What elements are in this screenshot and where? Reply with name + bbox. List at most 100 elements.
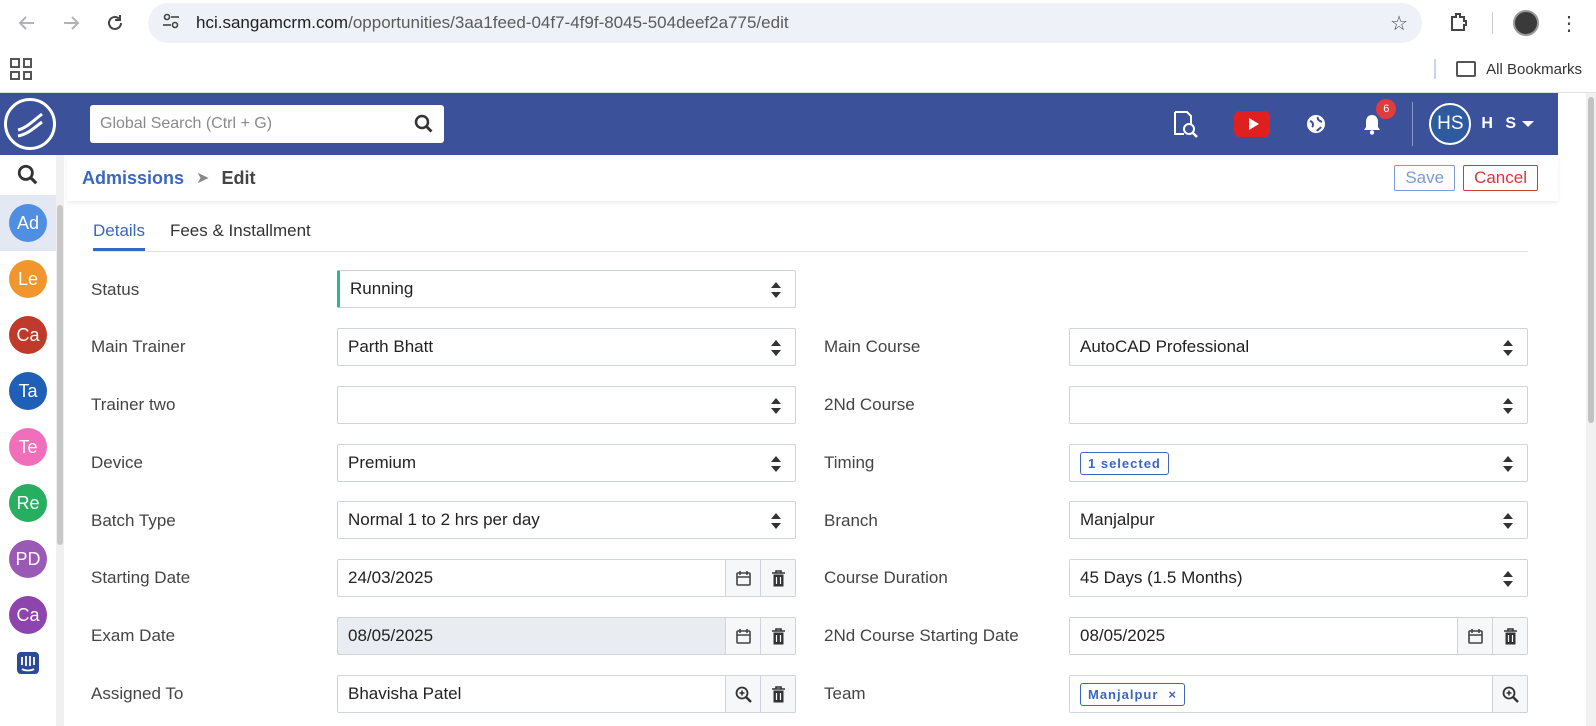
second-course-start-value: 08/05/2025	[1080, 626, 1166, 645]
globe-icon[interactable]	[1306, 114, 1326, 134]
notifications-bell-icon[interactable]: 6	[1362, 99, 1397, 135]
status-value: Running	[350, 279, 414, 298]
browser-toolbar: hci.sangamcrm.com/opportunities/3aa1feed…	[0, 0, 1596, 46]
global-search[interactable]	[90, 105, 444, 143]
device-value: Premium	[348, 453, 417, 472]
sidebar-item-leads[interactable]: Le	[0, 251, 56, 307]
sidebar-item-pd[interactable]: PD	[0, 531, 56, 587]
profile-avatar[interactable]	[1513, 10, 1539, 36]
course-duration-select[interactable]: 45 Days (1.5 Months)	[1069, 559, 1528, 597]
sidebar-item-ca-1[interactable]: Ca	[0, 307, 56, 363]
assigned-to-value: Bhavisha Patel	[348, 684, 462, 703]
folder-icon	[1456, 61, 1477, 77]
app-logo[interactable]	[4, 98, 56, 150]
cancel-button[interactable]: Cancel	[1463, 165, 1538, 191]
youtube-icon[interactable]	[1234, 111, 1271, 137]
trash-icon	[771, 627, 785, 644]
bookmarks-divider	[1434, 59, 1437, 79]
reload-button[interactable]	[98, 6, 132, 40]
forward-button[interactable]	[54, 6, 88, 40]
sidebar-item-ta[interactable]: Ta	[0, 363, 56, 419]
calendar-button[interactable]	[725, 618, 760, 654]
second-course-label: 2Nd Course	[824, 395, 915, 414]
starting-date-field[interactable]: 24/03/2025	[337, 559, 796, 597]
main-trainer-select[interactable]: Parth Bhatt	[337, 328, 796, 366]
device-select[interactable]: Premium	[337, 444, 796, 482]
team-chip-label: Manjalpur	[1088, 686, 1159, 702]
global-search-input[interactable]	[100, 115, 414, 133]
all-bookmarks-label: All Bookmarks	[1486, 60, 1582, 78]
select-caret-icon	[771, 456, 781, 472]
timing-multiselect[interactable]: 1 selected	[1069, 444, 1528, 482]
breadcrumb-current: Edit	[221, 167, 256, 188]
trash-icon	[1503, 627, 1517, 644]
tab-details[interactable]: Details	[93, 217, 145, 251]
all-bookmarks[interactable]: All Bookmarks	[1434, 59, 1582, 79]
calendar-button[interactable]	[725, 560, 760, 596]
module-avatar: Ad	[9, 204, 47, 242]
team-label: Team	[824, 684, 866, 703]
site-settings-icon[interactable]	[162, 13, 182, 34]
sidebar-item-te[interactable]: Te	[0, 419, 56, 475]
trainer-two-label: Trainer two	[91, 395, 176, 414]
bookmark-star-icon[interactable]: ☆	[1390, 11, 1408, 36]
module-avatar: Le	[9, 260, 47, 298]
second-course-start-label: 2Nd Course Starting Date	[824, 626, 1019, 645]
address-bar[interactable]: hci.sangamcrm.com/opportunities/3aa1feed…	[148, 3, 1422, 43]
page-scroll-thumb[interactable]	[1588, 97, 1594, 423]
main-trainer-value: Parth Bhatt	[348, 337, 434, 356]
course-duration-value: 45 Days (1.5 Months)	[1080, 568, 1243, 587]
sidebar-item-intercom[interactable]	[0, 643, 56, 683]
search-icon	[17, 164, 38, 185]
clear-assignee-button[interactable]	[760, 676, 795, 712]
sidebar-scrollbar[interactable]	[57, 205, 63, 545]
team-lookup-button[interactable]	[1492, 676, 1527, 712]
second-course-start-field[interactable]: 08/05/2025	[1069, 617, 1528, 655]
course-duration-label: Course Duration	[824, 568, 948, 587]
sidebar-search[interactable]	[0, 155, 56, 195]
select-caret-icon	[771, 340, 781, 356]
breadcrumb-module-link[interactable]: Admissions	[82, 168, 184, 189]
batch-type-value: Normal 1 to 2 hrs per day	[348, 510, 540, 529]
module-avatar: Re	[9, 484, 47, 522]
sidebar-item-re[interactable]: Re	[0, 475, 56, 531]
clear-date-button[interactable]	[1492, 618, 1527, 654]
assigned-to-field[interactable]: Bhavisha Patel	[337, 675, 796, 713]
second-course-select[interactable]	[1069, 386, 1528, 424]
zoom-in-icon	[1502, 686, 1519, 703]
extensions-icon[interactable]	[1448, 11, 1472, 35]
arrow-left-icon	[18, 16, 34, 30]
select-caret-icon	[771, 513, 781, 529]
apps-grid-icon[interactable]	[10, 58, 32, 80]
trainer-two-select[interactable]	[337, 386, 796, 424]
calendar-icon	[735, 570, 751, 586]
lookup-button[interactable]	[725, 676, 760, 712]
starting-date-value: 24/03/2025	[348, 568, 434, 587]
status-select[interactable]: Running	[337, 270, 796, 308]
batch-type-label: Batch Type	[91, 511, 176, 530]
back-button[interactable]	[10, 6, 44, 40]
user-menu[interactable]: H S	[1481, 115, 1534, 133]
menu-kebab-icon[interactable]: ⋮	[1559, 11, 1579, 36]
main-course-select[interactable]: AutoCAD Professional	[1069, 328, 1528, 366]
batch-type-select[interactable]: Normal 1 to 2 hrs per day	[337, 501, 796, 539]
clear-date-button[interactable]	[760, 560, 795, 596]
remove-chip-icon[interactable]: ×	[1168, 687, 1177, 702]
clear-date-button[interactable]	[760, 618, 795, 654]
page-scrollbar[interactable]	[1558, 93, 1596, 726]
tab-fees-installment[interactable]: Fees & Installment	[170, 217, 311, 251]
bookmarks-bar: All Bookmarks	[0, 46, 1596, 93]
team-field[interactable]: Manjalpur ×	[1069, 675, 1528, 713]
module-avatar: PD	[9, 540, 47, 578]
calendar-button[interactable]	[1457, 618, 1492, 654]
exam-date-field[interactable]: 08/05/2025	[337, 617, 796, 655]
document-search-icon[interactable]	[1172, 110, 1199, 138]
search-icon[interactable]	[414, 114, 434, 134]
sidebar-item-admissions[interactable]: Ad	[0, 195, 56, 251]
branch-select[interactable]: Manjalpur	[1069, 501, 1528, 539]
sidebar-item-ca-2[interactable]: Ca	[0, 587, 56, 643]
trash-icon	[771, 685, 785, 702]
breadcrumb-arrow-icon: ➤	[196, 170, 210, 187]
user-avatar[interactable]: HS	[1429, 103, 1472, 145]
save-button[interactable]: Save	[1394, 165, 1456, 191]
